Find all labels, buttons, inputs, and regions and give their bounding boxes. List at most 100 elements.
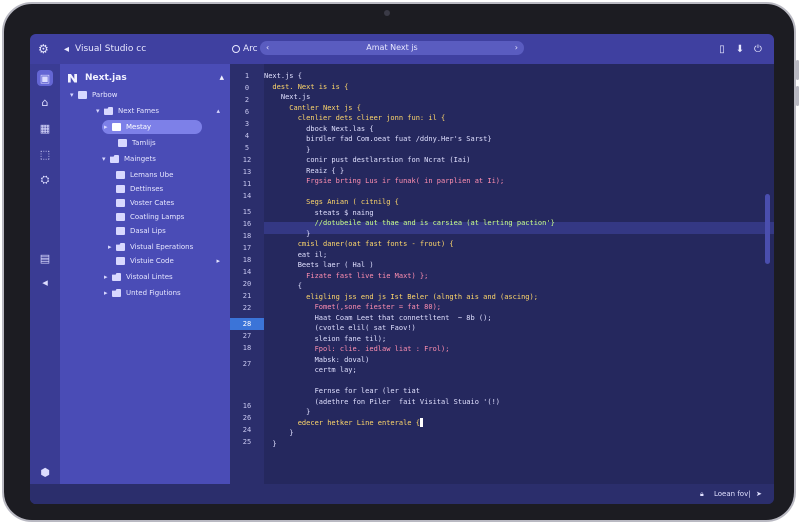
expand-arrow-icon: ▾ xyxy=(102,155,106,163)
screen: ⚙ ◂ Visual Studio cc Arc ‹ Amat Next js … xyxy=(30,34,774,504)
line-number: 18 xyxy=(242,256,252,264)
download-icon[interactable]: ⬇ xyxy=(734,43,746,55)
file-icon xyxy=(112,123,121,131)
tree-item-label: Vistual Eperations xyxy=(130,243,194,251)
explorer-sidebar: Next.jas ▴ ▾ Parbow ▾ Next Fames ▴ ▸ Mes… xyxy=(60,64,246,504)
home-icon[interactable]: ⌂ xyxy=(37,94,53,110)
folder-icon xyxy=(112,289,121,297)
chevron-left-icon: ‹ xyxy=(266,43,270,52)
file-icon xyxy=(78,91,87,99)
arrow-left-icon[interactable]: ◂ xyxy=(37,274,53,290)
tree-item[interactable]: Tamlijs xyxy=(110,136,210,150)
line-number: 16 xyxy=(242,220,252,228)
file-icon xyxy=(116,199,125,207)
folder-icon xyxy=(110,155,119,163)
line-number: 11 xyxy=(242,180,252,188)
chevron-up-icon[interactable]: ▴ xyxy=(216,107,220,115)
status-right-text[interactable]: Loean fov| xyxy=(714,484,751,504)
tree-item[interactable]: Dasal Lips xyxy=(116,224,216,238)
tree-item[interactable]: ▸ Unted Figutions xyxy=(104,286,214,300)
play-circle-icon xyxy=(232,45,240,53)
send-icon[interactable]: ➤ xyxy=(756,484,762,504)
editor-scrollbar[interactable] xyxy=(765,194,770,264)
tree-item[interactable]: ▾ Maingets xyxy=(102,152,202,166)
tree-item[interactable]: Lemans Ube xyxy=(116,168,216,182)
tree-item-label: Dettinses xyxy=(130,185,164,193)
chevron-right-icon[interactable]: ▸ xyxy=(216,257,220,265)
back-label: Visual Studio cc xyxy=(75,44,147,54)
project-name: Next.jas xyxy=(85,73,127,83)
power-icon[interactable]: ⏻ xyxy=(752,43,764,55)
line-number: 27 xyxy=(242,360,252,368)
code-line: certm lay; xyxy=(264,366,357,374)
tree-item-label: Parbow xyxy=(92,91,118,99)
tree-item[interactable]: ▾ Parbow xyxy=(70,88,210,102)
chevron-right-icon: › xyxy=(514,43,518,52)
line-number: 27 xyxy=(242,332,252,340)
tree-item[interactable]: Voster Cates xyxy=(116,196,216,210)
code-editor[interactable]: 1 0 2 6 3 4 5 12 13 11 14 15 16 18 17 18 14 20 21 22 28 27 18 2… xyxy=(230,64,774,504)
line-number: 0 xyxy=(244,84,250,92)
tree-item[interactable]: ▸ Vistual Eperations xyxy=(108,240,218,254)
folder-icon xyxy=(112,273,121,281)
expand-arrow-icon: ▸ xyxy=(108,243,112,251)
line-number: 20 xyxy=(242,280,252,288)
title-bar: ⚙ ◂ Visual Studio cc Arc ‹ Amat Next js … xyxy=(30,34,774,64)
chevron-left-icon: ◂ xyxy=(64,43,70,55)
line-number: 2 xyxy=(244,96,250,104)
debug-icon[interactable]: ⛭ xyxy=(37,172,53,188)
file-icon[interactable]: ▤ xyxy=(37,250,53,266)
tablet-frame: ⚙ ◂ Visual Studio cc Arc ‹ Amat Next js … xyxy=(2,2,796,522)
line-number: 18 xyxy=(242,344,252,352)
line-number: 13 xyxy=(242,168,252,176)
text-cursor xyxy=(419,418,423,427)
line-number: 1 xyxy=(244,72,250,80)
settings-gear-icon[interactable]: ⚙ xyxy=(38,34,52,64)
line-number: 26 xyxy=(242,414,252,422)
file-icon xyxy=(116,171,125,179)
expand-arrow-icon: ▸ xyxy=(104,289,108,297)
run-button[interactable]: Arc xyxy=(232,34,258,64)
status-bar: 🔒︎ Loean fov| ➤ xyxy=(30,484,774,504)
explorer-icon[interactable]: ▣ xyxy=(37,70,53,86)
command-search-bar[interactable]: ‹ Amat Next js › xyxy=(260,41,524,55)
lock-icon[interactable]: 🔒︎ xyxy=(700,484,704,504)
file-icon xyxy=(116,185,125,193)
project-header[interactable]: Next.jas ▴ xyxy=(68,70,228,86)
tree-item-label: Voster Cates xyxy=(130,199,175,207)
line-number xyxy=(230,374,264,386)
tree-item[interactable]: Coatling Lamps xyxy=(116,210,216,224)
line-number: 3 xyxy=(244,120,250,128)
tree-item-label: Vistoal Lintes xyxy=(126,273,173,281)
package-icon[interactable]: ⬚ xyxy=(37,146,53,162)
code-line: } xyxy=(264,439,277,448)
tree-item-label: Unted Figutions xyxy=(126,289,181,297)
line-number: 4 xyxy=(244,132,250,140)
tree-item-selected[interactable]: ▸ Mestay xyxy=(102,120,202,134)
extensions-icon[interactable]: ▦ xyxy=(37,120,53,136)
tree-item[interactable]: Vistuie Code ▸ xyxy=(116,254,220,268)
split-editor-icon[interactable]: ▯ xyxy=(716,43,728,55)
tree-item-label: Next Fames xyxy=(118,107,159,115)
volume-button xyxy=(796,60,799,80)
tree-item-label: Mestay xyxy=(126,123,152,131)
line-number: 22 xyxy=(242,304,252,312)
tree-item[interactable]: ▾ Next Fames ▴ xyxy=(96,104,220,118)
account-icon[interactable]: ⬢ xyxy=(37,464,53,480)
line-number: 6 xyxy=(244,108,250,116)
expand-arrow-icon: ▸ xyxy=(104,123,108,131)
line-number: 18 xyxy=(242,232,252,240)
tree-item-label: Lemans Ube xyxy=(130,171,174,179)
search-text: Amat Next js xyxy=(366,43,418,52)
run-label: Arc xyxy=(243,44,258,54)
project-icon xyxy=(68,73,77,83)
tree-item[interactable]: Dettinses xyxy=(116,182,216,196)
line-number-gutter: 1 0 2 6 3 4 5 12 13 11 14 15 16 18 17 18 14 20 21 22 28 27 18 2… xyxy=(230,64,264,504)
back-button[interactable]: ◂ Visual Studio cc xyxy=(64,34,146,64)
chevron-up-icon[interactable]: ▴ xyxy=(219,73,224,83)
tree-item-label: Vistuie Code xyxy=(130,257,174,265)
file-icon xyxy=(116,227,125,235)
tree-item-label: Coatling Lamps xyxy=(130,213,185,221)
camera-dot xyxy=(384,10,390,16)
tree-item-label: Dasal Lips xyxy=(130,227,166,235)
